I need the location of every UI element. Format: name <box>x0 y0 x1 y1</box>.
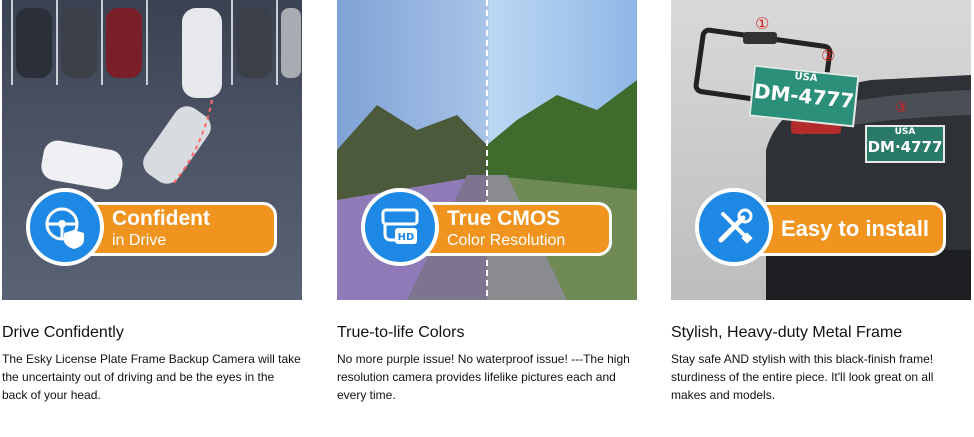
feature-badge: Easy to install <box>671 188 971 266</box>
svg-text:HD: HD <box>398 232 415 243</box>
license-plate-small: USA DM·4777 <box>865 125 945 163</box>
step-marker-3: ③ <box>895 100 908 116</box>
feature-card-colors: HD True CMOS Color Resolution True-to-li… <box>337 0 637 402</box>
feature-card-drive: Confident in Drive Drive Confidently The… <box>2 0 302 402</box>
badge-sub-text: in Drive <box>112 232 167 249</box>
wrench-screwdriver-icon <box>695 188 773 266</box>
camera-hd-icon: HD <box>361 188 439 266</box>
badge-main-text: Easy to install <box>781 216 929 241</box>
feature-title: Stylish, Heavy-duty Metal Frame <box>671 324 903 341</box>
plate-number-small: DM·4777 <box>867 138 943 156</box>
feature-badge: HD True CMOS Color Resolution <box>337 188 637 266</box>
feature-image-road: HD True CMOS Color Resolution <box>337 0 637 300</box>
badge-text: Confident in Drive <box>112 202 282 256</box>
feature-image-car-rear: USA DM-4777 USA DM·4777 ① ② ③ Easy to in… <box>671 0 971 300</box>
feature-title: Drive Confidently <box>2 324 124 341</box>
badge-text: True CMOS Color Resolution <box>447 202 617 256</box>
plate-country-small: USA <box>894 127 916 137</box>
feature-description: Stay safe AND stylish with this black-fi… <box>671 352 934 402</box>
feature-description: The Esky License Plate Frame Backup Came… <box>2 352 301 402</box>
license-plate-large: USA DM-4777 <box>748 64 860 128</box>
step-marker-1: ① <box>755 14 770 33</box>
feature-image-parking: Confident in Drive <box>2 0 302 300</box>
badge-text: Easy to install <box>781 202 951 256</box>
step-marker-2: ② <box>821 46 836 65</box>
feature-description: No more purple issue! No waterproof issu… <box>337 352 630 402</box>
badge-main-text: True CMOS <box>447 207 561 230</box>
feature-title: True-to-life Colors <box>337 324 465 341</box>
badge-main-text: Confident <box>112 207 210 230</box>
feature-card-frame: USA DM-4777 USA DM·4777 ① ② ③ Easy to in… <box>671 0 971 402</box>
badge-sub-text: Color Resolution <box>447 232 566 249</box>
feature-badge: Confident in Drive <box>2 188 302 266</box>
steering-wheel-shield-icon <box>26 188 104 266</box>
